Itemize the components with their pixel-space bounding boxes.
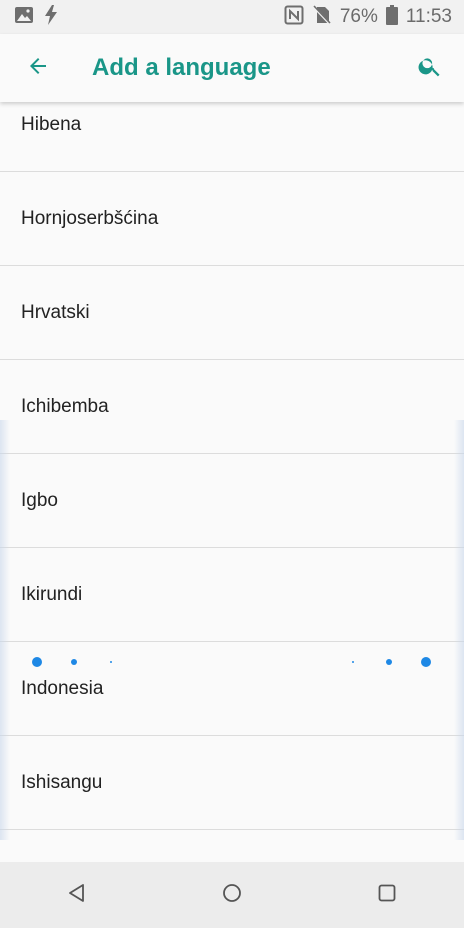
search-button[interactable]: [410, 48, 450, 88]
loading-dot: [421, 657, 431, 667]
nav-back-button[interactable]: [47, 870, 107, 920]
app-bar: Add a language: [0, 34, 464, 102]
loading-dot: [352, 661, 354, 663]
language-list-inner: Hibena Hornjoserbšćina Hrvatski Ichibemb…: [0, 102, 464, 830]
status-bar: 76% 11:53: [0, 0, 464, 34]
recents-square-icon: [377, 883, 397, 908]
nfc-icon: [284, 5, 304, 30]
search-icon: [417, 53, 443, 84]
language-item-ichibemba[interactable]: Ichibemba: [0, 360, 464, 454]
language-item-igbo[interactable]: Igbo: [0, 454, 464, 548]
loading-dot: [110, 661, 112, 663]
status-left: [0, 4, 58, 30]
language-item-ikirundi[interactable]: Ikirundi: [0, 548, 464, 642]
navigation-bar: [0, 862, 464, 928]
image-icon: [14, 6, 34, 29]
loading-dot: [71, 659, 77, 665]
battery-icon: [385, 4, 398, 30]
language-item-hibena[interactable]: Hibena: [0, 102, 464, 172]
language-item-hrvatski[interactable]: Hrvatski: [0, 266, 464, 360]
language-item-hornjoserbscina[interactable]: Hornjoserbšćina: [0, 172, 464, 266]
loading-indicator: [0, 650, 464, 674]
flash-icon: [44, 4, 58, 30]
battery-percent: 76%: [339, 6, 378, 27]
status-right: 76% 11:53: [284, 4, 464, 30]
loading-dot: [32, 657, 42, 667]
overscroll-glow-right: [454, 420, 464, 840]
back-triangle-icon: [67, 883, 87, 908]
language-list[interactable]: Hibena Hornjoserbšćina Hrvatski Ichibemb…: [0, 102, 464, 862]
page-title: Add a language: [92, 54, 271, 81]
overscroll-glow-left: [0, 420, 10, 840]
arrow-back-icon: [26, 54, 50, 83]
loading-dot: [386, 659, 392, 665]
home-circle-icon: [222, 883, 242, 908]
no-sim-icon: [312, 4, 332, 30]
nav-home-button[interactable]: [202, 870, 262, 920]
language-item-ishisangu[interactable]: Ishisangu: [0, 736, 464, 830]
nav-recents-button[interactable]: [357, 870, 417, 920]
clock: 11:53: [405, 6, 452, 27]
back-button[interactable]: [18, 48, 58, 88]
